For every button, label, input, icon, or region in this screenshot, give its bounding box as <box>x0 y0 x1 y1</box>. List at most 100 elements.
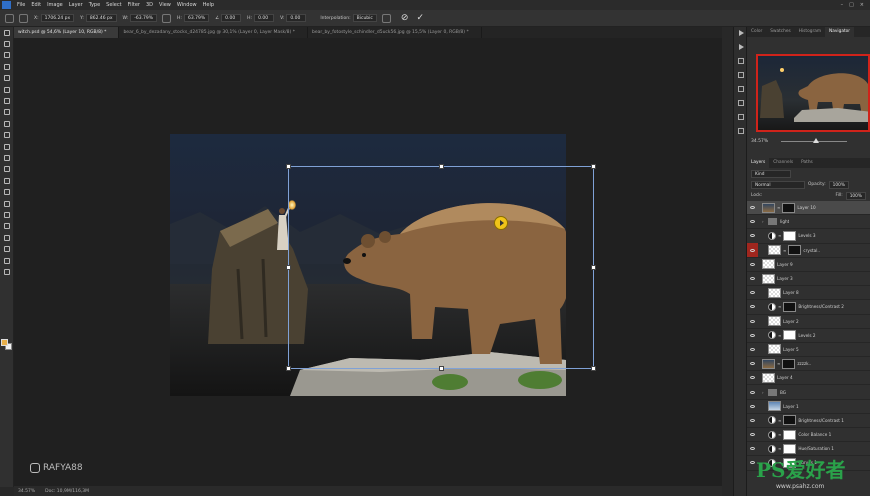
blend-mode-select[interactable]: Normal <box>751 180 805 189</box>
layer-kind-filter[interactable]: Kind <box>751 169 791 178</box>
layer-thumbnail[interactable] <box>762 273 775 284</box>
blur-tool-icon[interactable] <box>0 175 14 186</box>
layer-row[interactable]: ∞ Color Balance 1 <box>747 428 870 443</box>
vskew-input[interactable]: 0.00 <box>286 14 307 22</box>
layer-thumbnail[interactable] <box>762 372 775 383</box>
layer-mask-thumbnail[interactable] <box>788 245 802 256</box>
tab-histogram[interactable]: Histogram <box>795 27 825 37</box>
visibility-eye-icon[interactable] <box>747 328 758 342</box>
crop-tool-icon[interactable] <box>0 73 14 84</box>
visibility-eye-icon[interactable] <box>747 371 758 385</box>
transform-handle-mr[interactable] <box>591 265 596 270</box>
layer-row[interactable]: ∞ Layer 10 <box>747 201 870 216</box>
opacity-input[interactable]: 100% <box>828 180 849 189</box>
layer-thumbnail[interactable] <box>762 202 775 213</box>
path-select-tool-icon[interactable] <box>0 221 14 232</box>
visibility-eye-icon[interactable] <box>747 286 758 300</box>
character-icon[interactable] <box>734 111 748 122</box>
layer-row[interactable]: Layer 2 <box>747 315 870 329</box>
gradient-tool-icon[interactable] <box>0 164 14 175</box>
layer-row[interactable]: ∞ Levels 3 <box>747 229 870 244</box>
layer-row[interactable]: Layer 9 <box>747 258 870 272</box>
layer-row[interactable]: ∞ Levels 2 <box>747 329 870 343</box>
navigator-zoom-knob[interactable] <box>813 138 819 143</box>
x-input[interactable]: 1706.24 px <box>40 14 75 22</box>
transform-handle-tm[interactable] <box>439 164 444 169</box>
fill-input[interactable]: 100% <box>845 191 866 200</box>
brush-tool-icon[interactable] <box>0 118 14 129</box>
3d-cube-icon[interactable] <box>734 83 748 94</box>
menu-type[interactable]: Type <box>86 2 103 8</box>
layer-row[interactable]: › light <box>747 215 870 230</box>
layer-row[interactable]: Layer 1 <box>747 400 870 414</box>
visibility-eye-icon[interactable] <box>747 229 758 243</box>
menu-edit[interactable]: Edit <box>28 2 44 8</box>
tab-channels[interactable]: Channels <box>769 158 797 168</box>
transform-handle-tl[interactable] <box>286 164 291 169</box>
layer-row[interactable]: Layer 3 <box>747 272 870 287</box>
link-icon[interactable] <box>162 13 172 23</box>
visibility-eye-icon[interactable] <box>747 201 758 215</box>
shape-tool-icon[interactable] <box>0 232 14 243</box>
transform-bounding-box[interactable] <box>286 164 596 371</box>
lasso-tool-icon[interactable] <box>0 50 14 61</box>
layer-row[interactable]: Layer 4 <box>747 371 870 386</box>
layer-thumbnail[interactable] <box>762 259 775 270</box>
close-icon[interactable]: × <box>860 2 864 8</box>
layer-row[interactable]: ∞ crystal.. <box>747 243 870 258</box>
navigator-preview[interactable] <box>756 54 870 132</box>
layer-thumbnail[interactable] <box>762 358 775 369</box>
tab-navigator[interactable]: Navigator <box>825 27 855 37</box>
type-tool-icon[interactable] <box>0 209 14 220</box>
layer-mask-thumbnail[interactable] <box>783 301 797 312</box>
mask-link-icon[interactable]: ∞ <box>778 333 781 338</box>
adjustment-layer-icon[interactable] <box>768 430 776 439</box>
adjustment-layer-icon[interactable] <box>768 416 776 425</box>
layer-mask-thumbnail[interactable] <box>782 202 796 213</box>
visibility-eye-icon[interactable] <box>747 300 758 314</box>
pen-tool-icon[interactable] <box>0 198 14 209</box>
move-tool-icon[interactable] <box>0 27 14 38</box>
visibility-eye-icon[interactable] <box>747 342 758 356</box>
tab-bear-fotostyle[interactable]: bear_by_fotostyle_schindler_d5uck56.jpg … <box>308 27 482 38</box>
menu-3d[interactable]: 3D <box>143 2 156 8</box>
menu-select[interactable]: Select <box>103 2 124 8</box>
history-brush-tool-icon[interactable] <box>0 141 14 152</box>
maximize-icon[interactable]: □ <box>849 2 854 8</box>
adjustment-layer-icon[interactable] <box>768 444 776 453</box>
layer-mask-thumbnail[interactable] <box>782 358 796 369</box>
commit-transform-icon[interactable]: ✓ <box>416 13 424 23</box>
layer-row[interactable]: Layer 5 <box>747 342 870 358</box>
layer-thumbnail[interactable] <box>768 401 781 412</box>
interpolation-select[interactable]: Bicubic <box>352 14 377 22</box>
brush-settings-icon[interactable] <box>734 55 748 66</box>
layer-mask-thumbnail[interactable] <box>783 230 797 241</box>
layer-mask-thumbnail[interactable] <box>783 429 797 440</box>
eyedropper-tool-icon[interactable] <box>0 95 14 106</box>
tab-witch[interactable]: witch.psd @ 54,6% (Layer 10, RGB/8) * <box>14 27 120 38</box>
layer-mask-thumbnail[interactable] <box>783 415 797 426</box>
clone-stamp-tool-icon[interactable] <box>0 130 14 141</box>
layer-mask-thumbnail[interactable] <box>783 330 797 341</box>
layer-thumbnail[interactable] <box>768 344 781 355</box>
mask-link-icon[interactable]: ∞ <box>778 233 781 238</box>
menu-image[interactable]: Image <box>44 2 66 8</box>
frame-tool-icon[interactable] <box>0 84 14 95</box>
mask-link-icon[interactable]: ∞ <box>778 432 781 437</box>
marquee-tool-icon[interactable] <box>0 38 14 49</box>
menu-layer[interactable]: Layer <box>66 2 86 8</box>
visibility-eye-icon[interactable] <box>747 314 758 328</box>
visibility-eye-icon[interactable] <box>747 385 758 399</box>
canvas-area[interactable] <box>14 38 722 486</box>
menu-filter[interactable]: Filter <box>125 2 143 8</box>
mask-link-icon[interactable]: ∞ <box>778 418 781 423</box>
layer-mask-thumbnail[interactable] <box>783 443 797 454</box>
healing-brush-tool-icon[interactable] <box>0 107 14 118</box>
tab-swatches[interactable]: Swatches <box>766 27 795 37</box>
layer-row[interactable]: ∞ zzzzk.. <box>747 357 870 372</box>
transform-handle-ml[interactable] <box>286 265 291 270</box>
zoom-level[interactable]: 34.57% <box>18 489 35 494</box>
more-tools-icon[interactable] <box>0 266 14 277</box>
height-input[interactable]: 63.79% <box>183 14 210 22</box>
width-input[interactable]: -63.79% <box>130 14 158 22</box>
